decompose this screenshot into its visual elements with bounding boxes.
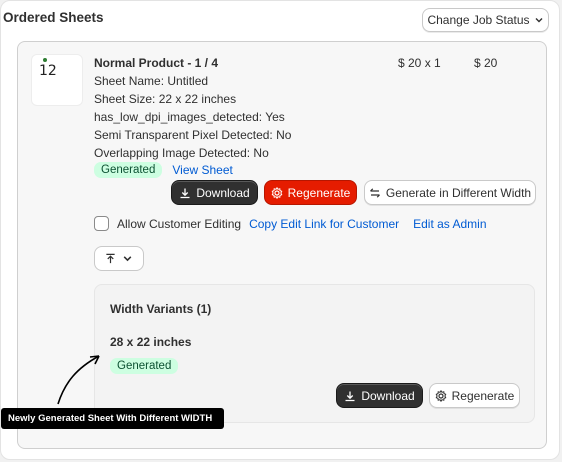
regenerate-label: Regenerate (287, 185, 351, 200)
annotation-label: Newly Generated Sheet With Different WID… (1, 408, 224, 429)
variant-download-label: Download (361, 388, 415, 403)
width-variants-title: Width Variants (1) (110, 302, 212, 316)
annotation-arrow-icon (57, 355, 100, 405)
change-job-status-button[interactable]: Change Job Status (422, 8, 549, 32)
generated-badge: Generated (94, 162, 163, 178)
overlapping-detected: Overlapping Image Detected: No (94, 146, 269, 160)
chevron-down-icon (123, 256, 132, 262)
download-icon (345, 391, 355, 401)
variant-generated-badge: Generated (110, 358, 179, 374)
allow-editing-checkbox[interactable] (94, 216, 109, 231)
sheet-thumbnail[interactable]: 12 (31, 54, 83, 106)
sheet-name: Sheet Name: Untitled (94, 74, 209, 88)
low-dpi-detected: has_low_dpi_images_detected: Yes (94, 110, 285, 124)
variant-download-button[interactable]: Download (336, 383, 423, 408)
swap-arrows-icon (369, 187, 380, 198)
total-price: $ 20 (474, 56, 498, 70)
download-button[interactable]: Download (171, 180, 258, 205)
chevron-down-icon (535, 18, 543, 23)
semi-transparent-detected: Semi Transparent Pixel Detected: No (94, 128, 292, 142)
status-button-label: Change Job Status (427, 13, 530, 27)
variant-regenerate-button[interactable]: Regenerate (429, 383, 520, 408)
variant-size: 28 x 22 inches (110, 335, 192, 349)
status-row: Generated View Sheet (94, 162, 233, 178)
regenerate-button[interactable]: Regenerate (264, 180, 357, 205)
allow-editing-label[interactable]: Allow Customer Editing (117, 217, 241, 231)
section-title: Ordered Sheets (3, 10, 104, 25)
edit-as-admin-link[interactable]: Edit as Admin (413, 217, 486, 231)
copy-edit-link[interactable]: Copy Edit Link for Customer (249, 217, 399, 231)
collapse-toggle-button[interactable] (94, 246, 144, 271)
collapse-up-icon (106, 253, 115, 264)
thumbnail-text: 12 (39, 63, 57, 79)
generate-different-width-label: Generate in Different Width (385, 185, 532, 200)
customer-editing-row: Allow Customer Editing Copy Edit Link fo… (94, 216, 487, 231)
sheet-size: Sheet Size: 22 x 22 inches (94, 92, 237, 106)
width-variants-panel: Width Variants (1) 28 x 22 inches Genera… (94, 284, 535, 423)
gear-icon (435, 389, 447, 402)
thumbnail-dot (43, 58, 47, 62)
view-sheet-link[interactable]: View Sheet (172, 163, 233, 177)
download-icon (180, 188, 190, 198)
gear-icon (271, 186, 283, 199)
product-info: Normal Product - 1 / 4 Sheet Name: Untit… (94, 55, 394, 162)
variant-regenerate-label: Regenerate (451, 388, 515, 403)
unit-price: $ 20 x 1 (398, 56, 441, 70)
download-label: Download (196, 185, 250, 200)
generate-different-width-button[interactable]: Generate in Different Width (364, 180, 536, 205)
product-name: Normal Product - 1 / 4 (94, 56, 219, 70)
